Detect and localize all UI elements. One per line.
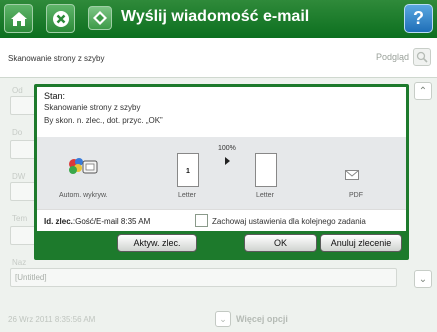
status-line-2: By skon. n. zlec., dot. przyc. „OK” <box>44 116 163 125</box>
job-info-row: Id. zlec.:Gość/E-mail 8:35 AM Zachowaj u… <box>37 209 406 231</box>
page-2-size-label: Letter <box>256 192 274 199</box>
scan-status-dialog: Stan: Skanowanie strony z szyby By skon.… <box>34 84 409 260</box>
dialog-header: Stan: Skanowanie strony z szyby By skon.… <box>37 87 406 137</box>
save-settings-label[interactable]: Zachowaj ustawienia dla kolejnego zadani… <box>212 217 366 226</box>
preview-label: Podgląd <box>375 52 409 62</box>
preview-button[interactable] <box>413 48 431 66</box>
color-scan-icon <box>67 157 103 184</box>
status-line-1: Skanowanie strony z szyby <box>44 103 141 112</box>
help-button[interactable]: ? <box>404 4 433 33</box>
to-label: Do <box>12 128 23 137</box>
cc-label: DW <box>12 172 26 181</box>
help-icon: ? <box>413 8 424 28</box>
progress-arrow-icon <box>225 157 230 165</box>
scroll-down-button[interactable]: ⌄ <box>414 270 432 288</box>
job-id-text: Id. zlec.:Gość/E-mail 8:35 AM <box>44 217 150 226</box>
job-id-value: :Gość/E-mail 8:35 AM <box>72 217 151 226</box>
stop-button[interactable] <box>46 4 75 33</box>
page-1-size-label: Letter <box>178 192 196 199</box>
stop-icon <box>52 10 69 27</box>
dialog-button-bar: Aktyw. zlec. OK Anuluj zlecenie <box>37 231 406 257</box>
subject-label: Tem <box>12 214 28 223</box>
ok-button[interactable]: OK <box>244 234 317 252</box>
chevron-up-icon: ⌃ <box>418 85 428 97</box>
page-thumbnail-1: 1 <box>177 153 199 187</box>
magnifier-icon <box>416 51 428 63</box>
filename-field[interactable]: [Untitled] <box>10 268 397 287</box>
format-label: PDF <box>349 192 363 199</box>
job-id-label: Id. zlec. <box>44 217 73 226</box>
scan-status-text: Skanowanie strony z szyby <box>8 54 105 63</box>
home-button[interactable] <box>4 4 33 33</box>
chevron-down-icon: ⌄ <box>418 273 428 285</box>
save-settings-checkbox[interactable] <box>195 214 208 227</box>
page-title: Wyślij wiadomość e-mail <box>121 8 310 25</box>
email-app-icon <box>88 6 112 30</box>
chevron-down-icon: ⌄ <box>219 313 227 324</box>
bottom-status-bar: 26 Wrz 2011 8:35:56 AM ⌄ Więcej opcji <box>0 306 437 332</box>
filename-label: Naz <box>12 258 27 267</box>
more-options-button[interactable]: ⌄ <box>215 311 231 327</box>
envelope-icon <box>345 167 359 185</box>
more-options-label[interactable]: Więcej opcji <box>236 314 288 324</box>
cancel-job-button[interactable]: Anuluj zlecenie <box>320 234 402 252</box>
page-number: 1 <box>186 168 190 175</box>
page-thumbnail-2 <box>255 153 277 187</box>
status-strip: Skanowanie strony z szyby Podgląd <box>0 38 437 78</box>
active-jobs-button[interactable]: Aktyw. zlec. <box>117 234 197 252</box>
home-icon <box>10 11 27 26</box>
filename-value: [Untitled] <box>15 273 47 282</box>
scan-progress-panel: Autom. wykryw. 1 Letter 100% Letter PDF <box>37 137 406 209</box>
status-heading: Stan: <box>44 91 66 101</box>
from-label: Od <box>12 86 23 95</box>
datetime-text: 26 Wrz 2011 8:35:56 AM <box>8 315 96 324</box>
source-label: Autom. wykryw. <box>59 192 108 199</box>
title-bar: Wyślij wiadomość e-mail ? <box>0 0 437 38</box>
progress-percent: 100% <box>218 145 236 152</box>
scroll-up-button[interactable]: ⌃ <box>414 82 432 100</box>
